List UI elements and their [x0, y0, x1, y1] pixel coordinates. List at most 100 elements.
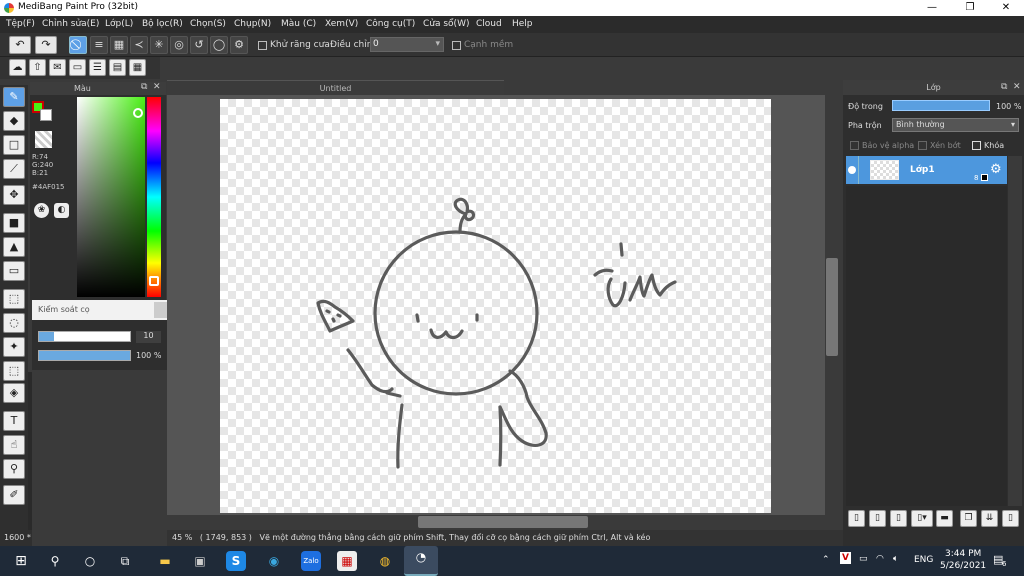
merge-layer-icon[interactable]: ⇊ — [981, 510, 998, 527]
hue-cursor[interactable] — [149, 276, 159, 286]
text-tool-icon[interactable]: T — [3, 411, 25, 431]
dropper-tool-icon[interactable]: ⚲ — [3, 459, 25, 479]
operation-tool-icon[interactable]: ☝ — [3, 435, 25, 455]
snap-settings-icon[interactable]: ⚙ — [230, 36, 248, 54]
close-button[interactable]: ✕ — [988, 0, 1024, 16]
hue-slider[interactable] — [147, 97, 161, 297]
menu-filter[interactable]: Bộ lọc(R) — [142, 19, 183, 29]
panel-close-icon[interactable]: ✕ — [153, 82, 161, 92]
magic-wand-icon[interactable]: ✦ — [3, 337, 25, 357]
file-explorer-icon[interactable]: ▬ — [154, 550, 176, 572]
undock-icon[interactable]: ⧉ — [141, 82, 147, 92]
maximize-button[interactable]: ❐ — [952, 0, 988, 16]
stroke-tool-icon[interactable]: ⟋ — [3, 159, 25, 179]
clock-date[interactable]: 5/26/2021 — [940, 561, 986, 571]
task-view-icon[interactable]: ⧉ — [114, 550, 136, 572]
transparent-color-swatch[interactable] — [35, 131, 52, 148]
adjust-field[interactable]: 0 ▾ — [370, 37, 444, 52]
cortana-icon[interactable]: ○ — [79, 550, 101, 572]
select-tool-icon[interactable]: ⬚ — [3, 289, 25, 309]
brush-size-slider[interactable] — [38, 331, 131, 342]
menu-edit[interactable]: Chỉnh sửa(E) — [42, 19, 99, 29]
windows-start-icon[interactable]: ⊞ — [10, 550, 32, 572]
layer-scrollbar[interactable] — [1008, 156, 1022, 506]
layer-close-icon[interactable]: ✕ — [1013, 80, 1021, 95]
sv-cursor[interactable] — [133, 108, 143, 118]
menu-help[interactable]: Help — [512, 19, 533, 29]
tray-expand-icon[interactable]: ⌃ — [822, 555, 830, 565]
hand-tool-icon[interactable]: ✐ — [3, 485, 25, 505]
concentric-snap-icon[interactable]: ◎ — [170, 36, 188, 54]
blend-mode-select[interactable]: Bình thường ▾ — [892, 118, 1019, 132]
menu-capture[interactable]: Chụp(N) — [234, 19, 271, 29]
chat-icon[interactable]: ✉ — [49, 59, 66, 76]
ellipse-snap-icon[interactable]: ◯ — [210, 36, 228, 54]
search-icon[interactable]: ⚲ — [44, 550, 66, 572]
undo-icon[interactable]: ↶ — [9, 36, 31, 54]
menu-window[interactable]: Cửa sổ(W) — [423, 19, 469, 29]
sub-color-swatch[interactable] — [40, 109, 52, 121]
unikey-icon[interactable]: V — [840, 552, 851, 564]
palette-icon[interactable]: ❀ — [34, 203, 49, 218]
zalo-icon[interactable]: Zalo — [301, 551, 321, 571]
menu-view[interactable]: Xem(V) — [325, 19, 358, 29]
menu-layer[interactable]: Lớp(L) — [105, 19, 133, 29]
tile-icon[interactable]: ▦ — [129, 59, 146, 76]
move-tool-icon[interactable]: ✥ — [3, 185, 25, 205]
comment-icon[interactable]: ▭ — [69, 59, 86, 76]
brush-opacity-slider[interactable] — [38, 350, 131, 361]
layer-undock-icon[interactable]: ⧉ — [1001, 80, 1007, 95]
redo-icon[interactable]: ↷ — [35, 36, 57, 54]
brush-size-value[interactable]: 10 — [136, 331, 161, 343]
protect-alpha-checkbox[interactable] — [850, 141, 859, 150]
new-8bit-layer-icon[interactable]: ▯ — [890, 510, 907, 527]
rect-fill-tool-icon[interactable]: ■ — [3, 213, 25, 233]
battery-icon[interactable]: ▭ — [859, 554, 868, 564]
app-icon[interactable]: ▦ — [337, 551, 357, 571]
select-pen-icon[interactable]: ⬚ — [3, 361, 25, 381]
layer-settings-gear-icon[interactable]: ⚙ — [990, 162, 1002, 177]
clipping-checkbox[interactable] — [918, 141, 927, 150]
menu-file[interactable]: Tệp(F) — [6, 19, 35, 29]
document-icon[interactable]: ☰ — [89, 59, 106, 76]
chrome-icon[interactable]: ◍ — [374, 550, 396, 572]
new-layer-icon[interactable]: ▯ — [848, 510, 865, 527]
lasso-tool-icon[interactable]: ◌ — [3, 313, 25, 333]
minimize-button[interactable]: — — [914, 0, 950, 16]
delete-layer-icon[interactable]: ▯ — [1002, 510, 1019, 527]
perspective-snap-icon[interactable]: ≺ — [130, 36, 148, 54]
store-icon[interactable]: ▣ — [189, 550, 211, 572]
medibang-taskbar-icon[interactable]: ◔ — [404, 546, 438, 576]
clock-time[interactable]: 3:44 PM — [945, 549, 981, 559]
horizontal-scroll-thumb[interactable] — [418, 516, 588, 528]
volume-icon[interactable]: 🔈︎ — [893, 554, 898, 564]
menu-color[interactable]: Màu (C) — [281, 19, 316, 29]
menu-cloud[interactable]: Cloud — [476, 19, 502, 29]
share-icon[interactable]: ⇧ — [29, 59, 46, 76]
new-halftone-layer-icon[interactable]: ▯ — [869, 510, 886, 527]
wifi-icon[interactable]: ◠ — [876, 554, 884, 564]
gradient-tool-icon[interactable]: ▭ — [3, 261, 25, 281]
color-history-icon[interactable]: ◐ — [54, 203, 69, 218]
cloud-icon[interactable]: ☁ — [9, 59, 26, 76]
language-indicator[interactable]: ENG — [914, 555, 933, 565]
smooth-edge-checkbox[interactable] — [452, 41, 461, 50]
no-snap-icon[interactable]: ⃠ — [69, 36, 87, 54]
bucket-tool-icon[interactable]: ▲ — [3, 237, 25, 257]
new-folder-icon[interactable]: ▬ — [936, 510, 953, 527]
edge-icon[interactable]: ◉ — [263, 550, 285, 572]
brush-tool-icon[interactable]: ✎ — [3, 87, 25, 107]
select-eraser-icon[interactable]: ◈ — [3, 383, 25, 403]
skype-icon[interactable]: S — [226, 551, 246, 571]
layer-visibility-icon[interactable] — [848, 166, 856, 174]
antialias-checkbox[interactable] — [258, 41, 267, 50]
list-icon[interactable]: ▤ — [109, 59, 126, 76]
curve-snap-icon[interactable]: ↺ — [190, 36, 208, 54]
parallel-snap-icon[interactable]: ≡ — [90, 36, 108, 54]
radial-snap-icon[interactable]: ✳ — [150, 36, 168, 54]
dot-tool-icon[interactable]: □ — [3, 135, 25, 155]
menu-tools[interactable]: Công cụ(T) — [366, 19, 415, 29]
document-tab[interactable]: Untitled — [167, 80, 504, 95]
brush-panel-toggle[interactable] — [154, 302, 168, 318]
grid-snap-icon[interactable]: ▦ — [110, 36, 128, 54]
